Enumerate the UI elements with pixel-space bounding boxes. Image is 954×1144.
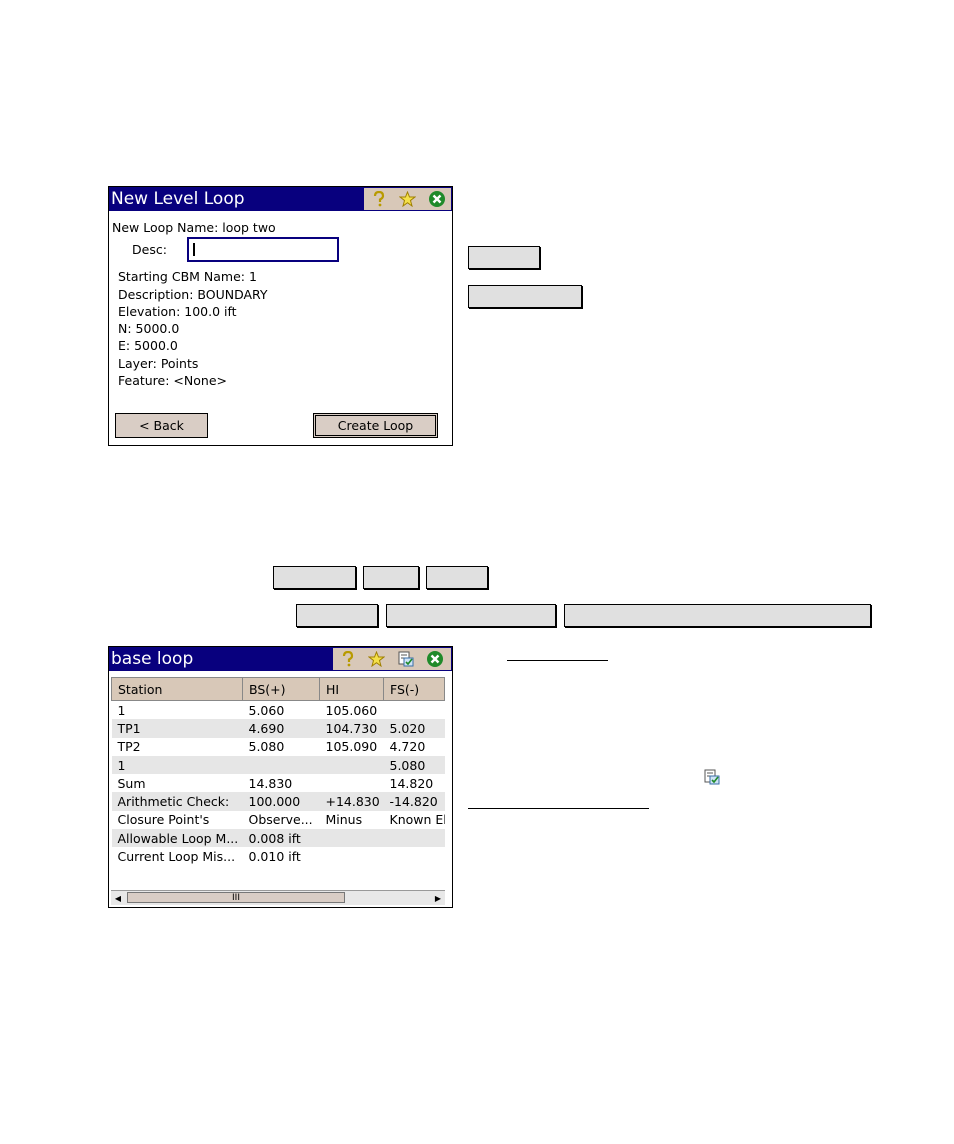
new-level-loop-window: New Level Loop New Loop Name: loop two D…	[108, 186, 453, 446]
table-cell: 104.730	[319, 719, 384, 738]
star-icon[interactable]	[362, 648, 391, 670]
table-cell: Closure Point's	[117, 812, 210, 828]
blank-button[interactable]	[468, 285, 582, 308]
level-loop-table: Station BS(+) HI FS(-) 1 5.060 105.060 T…	[111, 677, 445, 866]
back-button[interactable]: < Back	[115, 413, 208, 438]
table-row[interactable]: Arithmetic Check: 100.000 +14.830 -14.82…	[111, 792, 445, 811]
info-line: Starting CBM Name: 1	[118, 269, 257, 284]
table-row[interactable]: 1 5.060 105.060	[112, 701, 445, 720]
table-cell: Observe...	[248, 812, 313, 828]
column-header-bs[interactable]: BS(+)	[242, 677, 320, 701]
scroll-left-icon[interactable]: ◀	[111, 891, 125, 905]
close-icon[interactable]	[420, 648, 449, 670]
table-cell: +14.830	[319, 792, 384, 811]
table-cell: 14.830	[248, 775, 293, 791]
blank-button[interactable]	[273, 566, 356, 589]
blank-button[interactable]	[296, 604, 378, 627]
column-header-station[interactable]: Station	[111, 677, 243, 701]
table-cell: Arithmetic Check:	[111, 792, 243, 811]
create-loop-button[interactable]: Create Loop	[313, 413, 438, 438]
table-cell: 4.720	[389, 739, 426, 755]
info-line: Feature: <None>	[118, 373, 227, 388]
table-cell: Minus	[325, 812, 363, 828]
horizontal-scrollbar[interactable]: ◀ III ▶	[111, 890, 445, 905]
table-cell: 14.820	[389, 775, 434, 791]
table-cell: Known El	[389, 812, 445, 828]
checklist-icon	[704, 769, 720, 789]
table-cell: 5.020	[383, 719, 445, 738]
table-cell	[383, 829, 445, 848]
underline-link-2[interactable]	[468, 808, 649, 809]
table-cell: 0.010 ift	[248, 849, 301, 865]
table-row[interactable]: Closure Point's Observe... Minus Known E…	[112, 811, 445, 829]
info-line: Description: BOUNDARY	[118, 287, 268, 302]
help-icon[interactable]	[364, 188, 393, 210]
text-caret	[193, 243, 195, 256]
table-cell	[319, 829, 384, 848]
table-cell: 100.000	[242, 792, 320, 811]
title-icons	[333, 648, 451, 670]
table-cell	[384, 701, 445, 720]
loop-name-text: New Loop Name: loop two	[112, 220, 276, 235]
table-cell: Current Loop Mis...	[117, 849, 236, 865]
table-row[interactable]: TP2 5.080 105.090 4.720	[112, 738, 445, 756]
column-header-hi[interactable]: HI	[319, 677, 384, 701]
window-title: New Level Loop	[111, 189, 245, 209]
underline-link-1[interactable]	[507, 660, 608, 661]
star-icon[interactable]	[393, 188, 422, 210]
table-cell	[319, 755, 384, 775]
info-line: E: 5000.0	[118, 338, 178, 353]
blank-button[interactable]	[426, 566, 488, 589]
table-cell	[320, 847, 384, 865]
table-cell	[242, 755, 320, 775]
desc-label: Desc:	[132, 242, 167, 257]
info-line: Layer: Points	[118, 356, 199, 371]
table-row[interactable]: Current Loop Mis... 0.010 ift	[112, 847, 445, 865]
table-cell: 5.080	[248, 739, 285, 755]
table-row[interactable]: TP1 4.690 104.730 5.020	[111, 719, 445, 738]
table-cell	[320, 774, 384, 792]
close-icon[interactable]	[422, 188, 451, 210]
table-cell: Allowable Loop M...	[111, 829, 243, 848]
table-cell: 0.008 ift	[242, 829, 320, 848]
table-cell: -14.820	[383, 792, 445, 811]
help-icon[interactable]	[333, 648, 362, 670]
table-cell: 105.060	[325, 702, 378, 718]
table-row[interactable]: Allowable Loop M... 0.008 ift	[111, 829, 445, 848]
table-cell: Sum	[117, 775, 146, 791]
table-cell: 5.060	[248, 702, 285, 718]
window-title: base loop	[111, 649, 194, 669]
table-cell: 1	[117, 702, 126, 718]
table-cell: 105.090	[325, 739, 378, 755]
checklist-icon[interactable]	[391, 648, 420, 670]
desc-input[interactable]	[187, 237, 339, 262]
table-cell	[384, 847, 445, 865]
title-icons	[364, 188, 451, 210]
title-bar: base loop	[109, 647, 452, 671]
blank-button[interactable]	[468, 246, 540, 269]
scroll-right-icon[interactable]: ▶	[431, 891, 445, 905]
info-line: Elevation: 100.0 ift	[118, 304, 237, 319]
column-header-fs[interactable]: FS(-)	[383, 677, 445, 701]
blank-button[interactable]	[564, 604, 871, 627]
info-line: N: 5000.0	[118, 321, 180, 336]
table-row[interactable]: Sum 14.830 14.820	[112, 774, 445, 792]
table-cell: TP1	[111, 719, 243, 738]
table-row[interactable]: 1 5.080	[111, 755, 445, 775]
table-cell: 1	[111, 755, 243, 775]
table-cell: 5.080	[383, 755, 445, 775]
scroll-thumb[interactable]: III	[127, 892, 345, 903]
blank-button[interactable]	[363, 566, 419, 589]
table-header-row: Station BS(+) HI FS(-)	[111, 677, 445, 701]
table-cell: 4.690	[242, 719, 320, 738]
blank-button[interactable]	[386, 604, 556, 627]
base-loop-window: base loop Station BS(+) HI FS(-) 1 5.060…	[108, 646, 453, 908]
table-cell: TP2	[117, 739, 141, 755]
title-bar: New Level Loop	[109, 187, 452, 211]
